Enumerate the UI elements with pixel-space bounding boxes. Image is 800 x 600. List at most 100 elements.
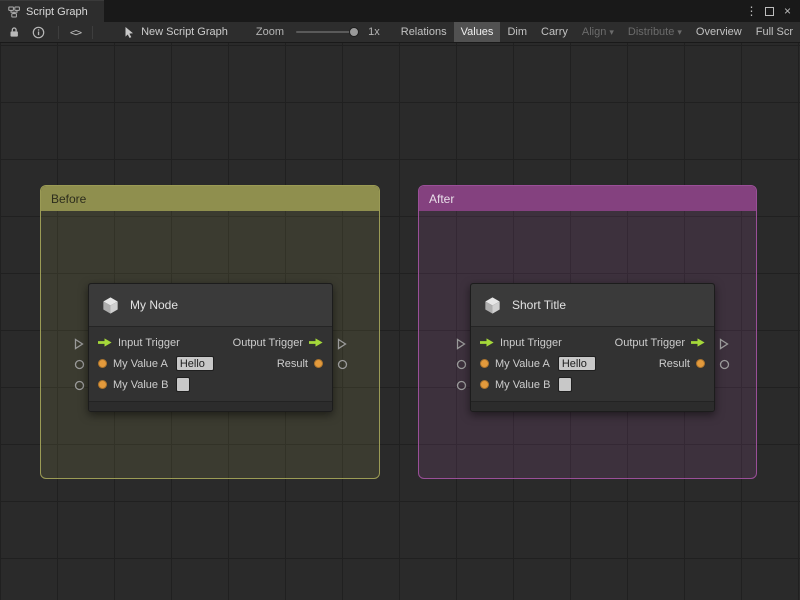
value-b-label: My Value B — [495, 378, 551, 391]
node-short-title[interactable]: Short Title Input Trigger Output Trigger… — [452, 283, 733, 412]
value-dot-icon — [696, 359, 705, 368]
value-a-port[interactable] — [70, 354, 88, 375]
output-trigger-label: Output Trigger — [614, 336, 685, 349]
group-after-label: After — [429, 191, 455, 206]
tab-script-graph[interactable]: Script Graph — [0, 0, 104, 22]
window-tab-bar: Script Graph ⋮ × — [0, 0, 800, 22]
trigger-port-icon — [456, 337, 466, 350]
value-a-port[interactable] — [452, 354, 470, 375]
value-b-port[interactable] — [70, 375, 88, 396]
group-after-header[interactable]: After — [419, 186, 756, 211]
input-trigger-label: Input Trigger — [118, 336, 180, 349]
node-body-container[interactable]: Short Title Input Trigger Output Trigger… — [470, 283, 715, 412]
group-before-header[interactable]: Before — [41, 186, 379, 211]
distribute-button[interactable]: Distribute ▾ — [621, 22, 689, 42]
window-menu-button[interactable]: ⋮ — [744, 2, 759, 20]
result-port[interactable] — [715, 354, 733, 375]
input-trigger-port[interactable] — [70, 333, 88, 354]
toolbar-separator — [58, 25, 59, 39]
trigger-port-icon — [719, 337, 729, 350]
node-footer — [471, 401, 714, 411]
tab-title: Script Graph — [26, 5, 88, 18]
node-title: Short Title — [512, 298, 567, 312]
zoom-label: Zoom — [255, 26, 284, 38]
value-port-icon — [456, 380, 466, 391]
value-b-label: My Value B — [113, 378, 169, 391]
values-button-label: Values — [460, 26, 494, 38]
value-a-port-row: My Value A Result — [471, 353, 714, 374]
input-trigger-port[interactable] — [452, 333, 470, 354]
graph-name-breadcrumb[interactable]: New Script Graph — [123, 26, 228, 39]
toolbar-separator — [92, 25, 94, 39]
node-external-output-ports — [333, 283, 351, 412]
result-label: Result — [658, 357, 690, 370]
result-port[interactable] — [333, 354, 351, 375]
value-dot-icon — [480, 359, 489, 368]
node-ports: Input Trigger Output Trigger My Value A … — [89, 327, 332, 401]
lock-icon-glyph — [10, 27, 18, 37]
value-dot-icon — [480, 380, 489, 389]
chevron-down-icon: ▾ — [677, 26, 682, 37]
align-button[interactable]: Align ▾ — [575, 22, 621, 42]
carry-button[interactable]: Carry — [534, 22, 575, 42]
trigger-out-arrow-icon — [309, 338, 323, 347]
value-b-port-row: My Value B — [471, 374, 714, 395]
node-external-input-ports — [70, 283, 88, 412]
code-icon-glyph: <> — [69, 25, 82, 39]
graph-name-label: New Script Graph — [141, 26, 228, 38]
overview-button[interactable]: Overview — [689, 22, 749, 42]
window-close-button[interactable]: × — [780, 2, 795, 20]
value-b-input[interactable] — [558, 377, 573, 392]
value-a-label: My Value A — [495, 357, 550, 370]
value-a-input[interactable] — [175, 356, 214, 371]
node-footer — [89, 401, 332, 411]
value-a-label: My Value A — [113, 357, 168, 370]
maximize-icon — [765, 6, 774, 16]
value-port-icon — [337, 359, 347, 370]
unit-icon — [103, 296, 118, 314]
value-a-input[interactable] — [557, 356, 596, 371]
value-dot-icon — [98, 359, 107, 368]
value-port-icon — [74, 380, 84, 391]
fullscreen-button-label: Full Scr — [755, 26, 794, 38]
info-icon[interactable] — [32, 22, 45, 42]
zoom-slider[interactable] — [296, 27, 360, 37]
value-b-input[interactable] — [176, 377, 191, 392]
node-body-container[interactable]: My Node Input Trigger Output Trigger My … — [88, 283, 333, 412]
node-my-node[interactable]: My Node Input Trigger Output Trigger My … — [70, 283, 351, 412]
trigger-port-icon — [74, 337, 84, 350]
node-external-output-ports — [715, 283, 733, 412]
trigger-out-arrow-icon — [691, 338, 705, 347]
window-maximize-button[interactable] — [762, 2, 777, 20]
dim-button[interactable]: Dim — [500, 22, 534, 42]
align-button-label: Align — [581, 26, 607, 38]
dim-button-label: Dim — [507, 26, 527, 38]
node-header[interactable]: Short Title — [471, 284, 714, 327]
value-port-icon — [456, 359, 466, 370]
group-before-label: Before — [51, 191, 87, 206]
window-controls: ⋮ × — [744, 0, 800, 22]
graph-toolbar: <> New Script Graph Zoom 1x Relations Va… — [0, 22, 800, 43]
node-external-input-ports — [452, 283, 470, 412]
node-header[interactable]: My Node — [89, 284, 332, 327]
carry-button-label: Carry — [541, 26, 568, 38]
relations-button-label: Relations — [400, 26, 447, 38]
info-icon-glyph — [32, 26, 45, 38]
values-button[interactable]: Values — [453, 22, 501, 42]
output-trigger-port[interactable] — [333, 333, 351, 354]
output-trigger-port[interactable] — [715, 333, 733, 354]
trigger-port-row: Input Trigger Output Trigger — [471, 332, 714, 353]
code-view-icon[interactable]: <> — [69, 22, 82, 42]
trigger-in-arrow-icon — [98, 338, 112, 347]
lock-icon[interactable] — [8, 22, 20, 42]
zoom-slider-handle[interactable] — [349, 27, 360, 37]
node-ports: Input Trigger Output Trigger My Value A … — [471, 327, 714, 401]
value-dot-icon — [314, 359, 323, 368]
fullscreen-button[interactable]: Full Scr — [749, 22, 800, 42]
distribute-button-label: Distribute — [627, 26, 675, 38]
trigger-port-icon — [337, 337, 347, 350]
value-b-port[interactable] — [452, 375, 470, 396]
cursor-icon — [125, 26, 134, 38]
value-dot-icon — [98, 380, 107, 389]
relations-button[interactable]: Relations — [394, 22, 454, 42]
